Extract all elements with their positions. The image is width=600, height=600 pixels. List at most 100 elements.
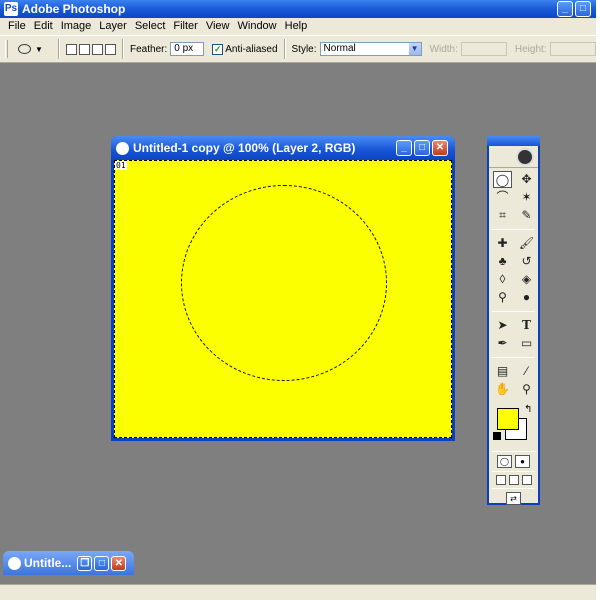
- status-bar: [0, 584, 596, 600]
- elliptical-marquee-tool-icon[interactable]: ◯: [493, 171, 512, 188]
- elliptical-marquee-icon: [18, 44, 31, 54]
- swap-colors-icon[interactable]: ↰: [524, 404, 532, 415]
- subtract-selection-button[interactable]: [92, 43, 103, 55]
- options-bar: ▼ Feather: 0 px ✓ Anti-aliased Style: No…: [0, 35, 596, 63]
- crop-tool-icon[interactable]: ⌗: [493, 207, 512, 224]
- clone-stamp-tool-icon[interactable]: ♣: [493, 253, 512, 270]
- full-screen-mode-button[interactable]: [521, 475, 532, 485]
- divider: [492, 451, 535, 452]
- rectangle-tool-icon[interactable]: ▭: [517, 335, 536, 352]
- toolbox-header[interactable]: [489, 146, 538, 168]
- height-label: Height:: [514, 43, 547, 55]
- full-screen-menu-mode-button[interactable]: [508, 475, 519, 485]
- menu-image[interactable]: Image: [57, 18, 96, 35]
- intersect-selection-button[interactable]: [105, 43, 116, 55]
- elliptical-selection[interactable]: [181, 185, 387, 381]
- brush-tool-icon[interactable]: 🖌: [517, 235, 536, 252]
- options-grip[interactable]: [5, 40, 8, 58]
- antialiased-label: Anti-aliased: [225, 43, 278, 55]
- toolbox-panel: ◯ ✥ ⌒ ✶ ⌗ ✎ ✚ 🖌 ♣ ↺ ◊ ◈ ⚲ ● ➤ T ✒ ▭ ▤ ⁄ …: [487, 136, 540, 505]
- minimized-document[interactable]: Untitle... ❐ □ ✕: [3, 551, 134, 575]
- divider: [492, 311, 535, 312]
- hand-tool-icon[interactable]: ✋: [493, 381, 512, 398]
- style-value: Normal: [323, 43, 356, 54]
- jump-to-imageready-button[interactable]: ⇄: [506, 492, 521, 505]
- maximize-button[interactable]: □: [94, 555, 110, 571]
- toolbox-title-bar[interactable]: [487, 136, 540, 146]
- app-title-bar: Ps Adobe Photoshop _ □: [0, 0, 596, 18]
- feather-label: Feather:: [130, 43, 168, 55]
- standard-mode-button[interactable]: ◯: [497, 455, 512, 468]
- magic-wand-tool-icon[interactable]: ✶: [517, 189, 536, 206]
- antialiased-checkbox[interactable]: ✓: [212, 43, 224, 55]
- minimized-document-title: Untitle...: [24, 556, 72, 570]
- menu-help[interactable]: Help: [281, 18, 312, 35]
- slice-tool-icon[interactable]: ✎: [517, 207, 536, 224]
- style-label: Style:: [291, 43, 317, 55]
- restore-button[interactable]: ❐: [77, 555, 93, 571]
- add-selection-button[interactable]: [79, 43, 90, 55]
- pen-tool-icon[interactable]: ✒: [493, 335, 512, 352]
- paint-bucket-tool-icon[interactable]: ◈: [517, 271, 536, 288]
- width-label: Width:: [429, 43, 458, 55]
- divider: [492, 229, 535, 230]
- canvas[interactable]: 01: [114, 160, 452, 438]
- tool-grid: ➤ T ✒ ▭: [489, 314, 538, 355]
- document-maximize-button[interactable]: □: [414, 140, 430, 156]
- photoshop-app-icon: Ps: [4, 2, 18, 16]
- feather-input[interactable]: 0 px: [170, 42, 205, 56]
- app-title: Adobe Photoshop: [22, 2, 126, 16]
- quick-mask-button[interactable]: ●: [515, 455, 530, 468]
- foreground-color-swatch[interactable]: [497, 408, 519, 430]
- height-input: [549, 42, 596, 56]
- divider: [492, 471, 535, 472]
- style-select[interactable]: Normal ▼: [319, 42, 422, 56]
- document-icon: [8, 556, 21, 570]
- default-colors-icon[interactable]: [493, 432, 501, 440]
- menu-view[interactable]: View: [202, 18, 234, 35]
- window-edge: [596, 0, 600, 600]
- path-selection-tool-icon[interactable]: ➤: [493, 317, 512, 334]
- document-minimize-button[interactable]: _: [396, 140, 412, 156]
- divider: [492, 488, 535, 489]
- type-tool-icon[interactable]: T: [517, 317, 536, 334]
- burn-tool-icon[interactable]: ●: [517, 289, 536, 306]
- maximize-button[interactable]: □: [575, 1, 591, 17]
- standard-screen-mode-button[interactable]: [495, 475, 506, 485]
- zoom-tool-icon[interactable]: ⚲: [517, 381, 536, 398]
- tool-preset-picker[interactable]: ▼: [18, 44, 52, 54]
- chevron-down-icon: ▼: [35, 44, 43, 54]
- new-selection-button[interactable]: [66, 43, 77, 55]
- document-title-bar[interactable]: Untitled-1 copy @ 100% (Layer 2, RGB) _ …: [111, 136, 455, 160]
- menu-edit[interactable]: Edit: [30, 18, 57, 35]
- adobe-online-icon[interactable]: [516, 147, 534, 166]
- eyedropper-tool-icon[interactable]: ⁄: [517, 363, 536, 380]
- notes-tool-icon[interactable]: ▤: [493, 363, 512, 380]
- move-tool-icon[interactable]: ✥: [517, 171, 536, 188]
- document-icon: [116, 141, 129, 155]
- menu-filter[interactable]: Filter: [169, 18, 201, 35]
- canvas-tag: 01: [115, 161, 127, 170]
- menu-layer[interactable]: Layer: [95, 18, 131, 35]
- tool-grid: ▤ ⁄ ✋ ⚲: [489, 360, 538, 401]
- dodge-tool-icon[interactable]: ⚲: [493, 289, 512, 306]
- divider: [58, 39, 60, 59]
- menu-window[interactable]: Window: [234, 18, 281, 35]
- divider: [122, 39, 124, 59]
- document-title: Untitled-1 copy @ 100% (Layer 2, RGB): [133, 141, 356, 155]
- close-button[interactable]: ✕: [111, 555, 127, 571]
- document-close-button[interactable]: ✕: [432, 140, 448, 156]
- divider: [492, 357, 535, 358]
- lasso-tool-icon[interactable]: ⌒: [493, 189, 512, 206]
- color-swatches: ↰: [493, 404, 534, 447]
- tool-grid: ✚ 🖌 ♣ ↺ ◊ ◈ ⚲ ●: [489, 232, 538, 309]
- menu-bar: File Edit Image Layer Select Filter View…: [0, 18, 596, 35]
- eraser-tool-icon[interactable]: ◊: [493, 271, 512, 288]
- minimize-button[interactable]: _: [557, 1, 573, 17]
- healing-brush-tool-icon[interactable]: ✚: [493, 235, 512, 252]
- history-brush-tool-icon[interactable]: ↺: [517, 253, 536, 270]
- tool-grid: ◯ ✥ ⌒ ✶ ⌗ ✎: [489, 168, 538, 227]
- document-window[interactable]: Untitled-1 copy @ 100% (Layer 2, RGB) _ …: [111, 136, 455, 441]
- menu-file[interactable]: File: [4, 18, 30, 35]
- menu-select[interactable]: Select: [131, 18, 170, 35]
